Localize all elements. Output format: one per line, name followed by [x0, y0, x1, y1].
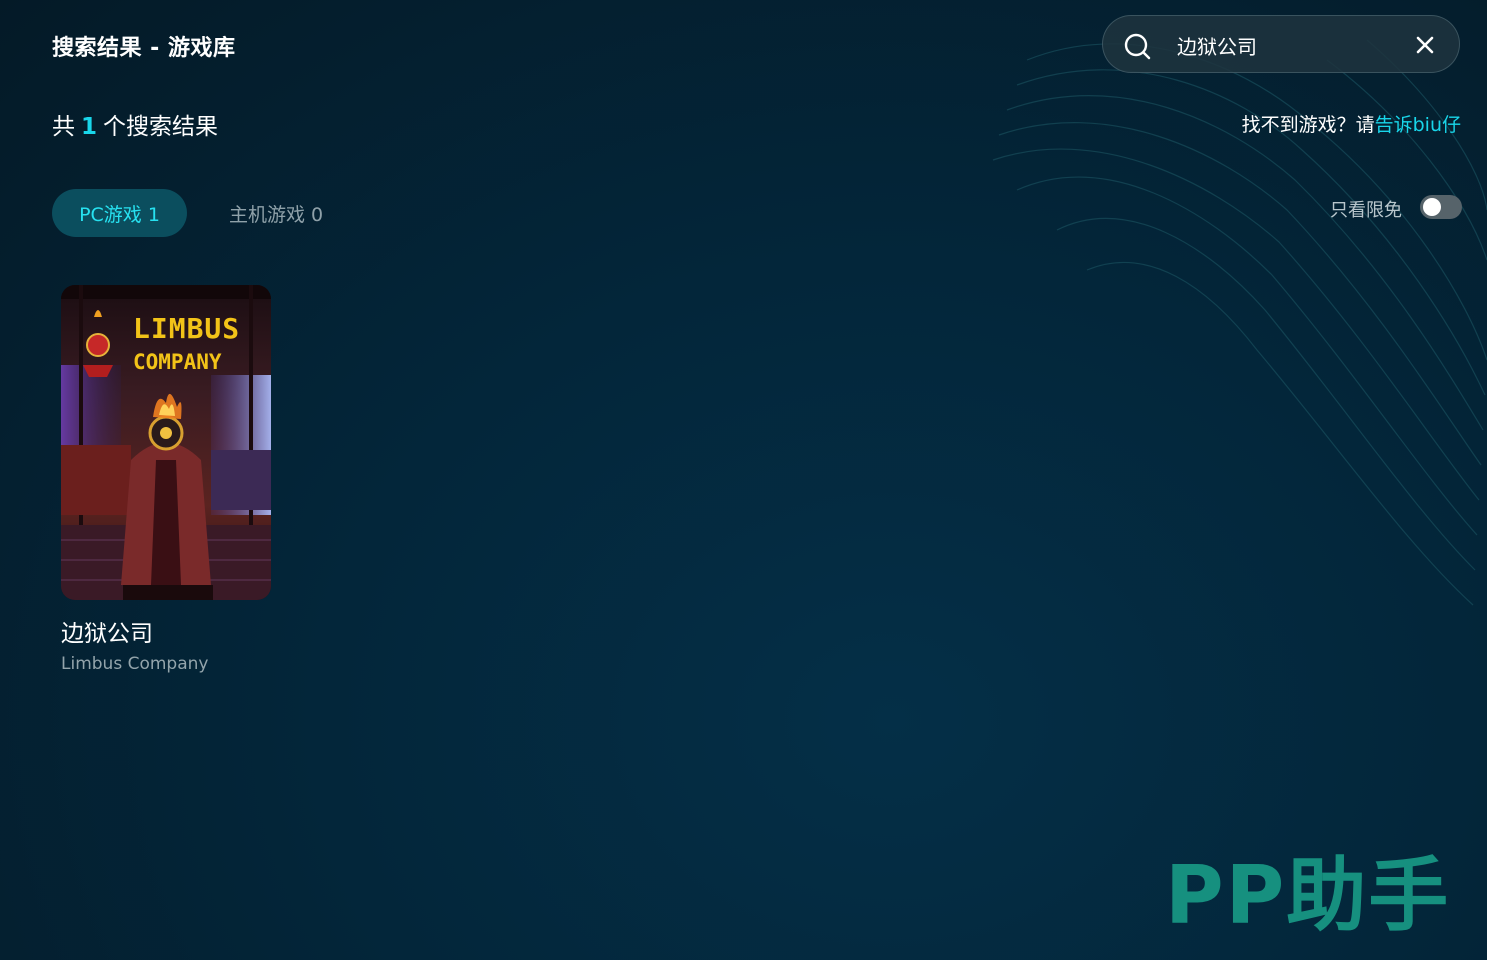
- result-count: 1: [81, 114, 98, 140]
- missing-game-help: 找不到游戏？请告诉biu仔: [1242, 110, 1461, 137]
- cover-title-line-1: LIMBUS: [133, 312, 240, 345]
- result-summary-prefix: 共: [52, 114, 75, 140]
- pp-assistant-logo: PP助手: [1165, 849, 1451, 942]
- game-subtitle: Limbus Company: [61, 654, 209, 674]
- game-card[interactable]: LIMBUS COMPANY 边狱公司 Limbus Company: [61, 285, 271, 674]
- free-only-toggle[interactable]: [1420, 195, 1462, 219]
- toggle-knob: [1423, 198, 1441, 216]
- search-bar[interactable]: [1102, 15, 1460, 73]
- tell-biu-link[interactable]: 告诉biu仔: [1375, 114, 1461, 136]
- tab-console-games[interactable]: 主机游戏 0: [229, 189, 323, 237]
- search-icon[interactable]: [1123, 32, 1153, 60]
- result-summary-suffix: 个搜索结果: [103, 114, 219, 140]
- help-text: 找不到游戏？请: [1241, 114, 1375, 136]
- free-only-label: 只看限免: [1330, 200, 1402, 221]
- search-input[interactable]: [1175, 28, 1399, 62]
- result-summary: 共 1 个搜索结果: [52, 107, 218, 141]
- game-title[interactable]: 边狱公司: [61, 614, 271, 648]
- cover-title-line-2: COMPANY: [133, 350, 222, 374]
- close-icon[interactable]: [1413, 33, 1437, 57]
- tab-pc-games[interactable]: PC游戏 1: [52, 189, 187, 237]
- background-contour-lines: [992, 39, 1487, 606]
- game-cover-image[interactable]: LIMBUS COMPANY: [61, 285, 271, 600]
- page-title: 搜索结果 - 游戏库: [52, 36, 236, 61]
